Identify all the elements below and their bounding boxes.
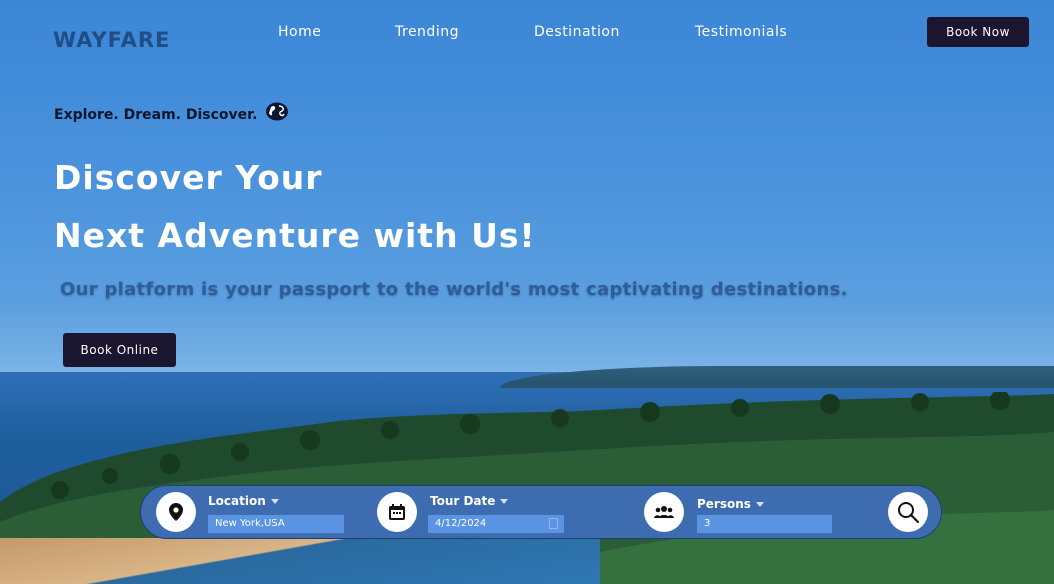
location-label[interactable]: Location — [208, 494, 279, 508]
book-online-button[interactable]: Book Online — [63, 333, 176, 367]
chevron-down-icon — [755, 502, 764, 507]
group-icon — [654, 506, 674, 518]
globe-icon — [266, 102, 288, 121]
hero-title-line-1: Discover Your — [54, 158, 323, 197]
location-input[interactable]: New York,USA — [208, 515, 344, 533]
persons-input[interactable]: 3 — [697, 515, 832, 533]
persons-icon-circle — [644, 492, 684, 532]
search-bar: Location New York,USA Tour Date 4/12/202… — [140, 485, 942, 539]
nav-trending[interactable]: Trending — [395, 24, 459, 40]
location-label-text: Location — [208, 494, 266, 508]
nav-testimonials[interactable]: Testimonials — [695, 24, 787, 40]
location-icon-circle — [156, 492, 196, 532]
persons-label[interactable]: Persons — [697, 497, 764, 511]
calendar-icon — [389, 504, 405, 520]
persons-label-text: Persons — [697, 497, 751, 511]
date-picker-icon[interactable] — [549, 518, 558, 529]
brand-logo[interactable]: WAYFARE — [53, 28, 170, 52]
nav-destination[interactable]: Destination — [534, 24, 620, 40]
hero-tagline: Explore. Dream. Discover. — [54, 107, 258, 123]
tour-date-label-text: Tour Date — [430, 494, 496, 508]
tour-date-input[interactable]: 4/12/2024 — [428, 515, 564, 533]
search-icon — [898, 502, 919, 523]
tour-date-value: 4/12/2024 — [435, 518, 487, 529]
hero-subtitle: Our platform is your passport to the wor… — [60, 279, 848, 300]
nav-home[interactable]: Home — [278, 24, 321, 40]
chevron-down-icon — [500, 499, 509, 504]
hero-title-line-2: Next Adventure with Us! — [54, 216, 536, 255]
search-button[interactable] — [888, 492, 928, 532]
calendar-icon-circle — [377, 492, 417, 532]
book-now-button[interactable]: Book Now — [927, 17, 1029, 47]
location-pin-icon — [169, 503, 183, 521]
chevron-down-icon — [270, 499, 279, 504]
beach — [0, 538, 600, 584]
tour-date-label[interactable]: Tour Date — [430, 494, 509, 508]
far-land — [500, 366, 1054, 388]
